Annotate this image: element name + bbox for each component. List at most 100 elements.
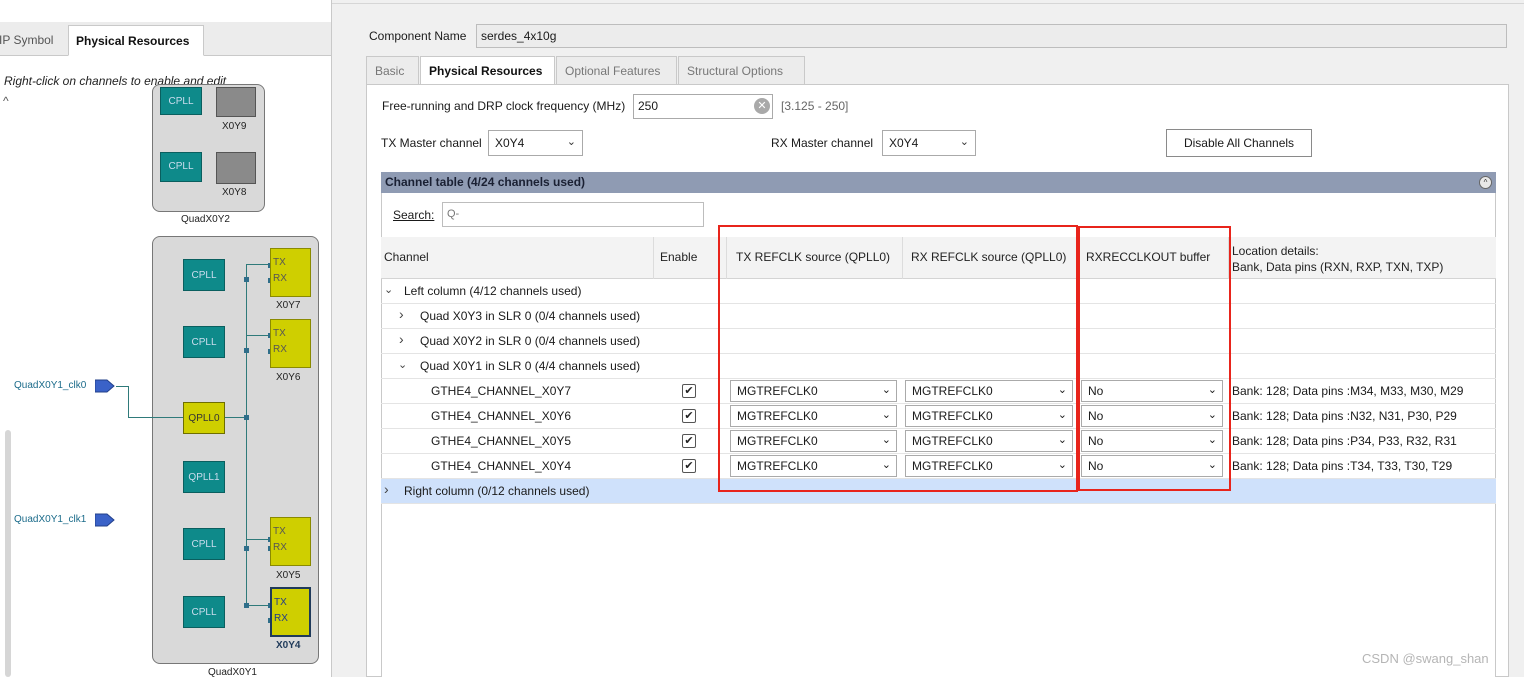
location-details: Bank: 128; Data pins :P34, P33, R32, R31 (1232, 434, 1457, 448)
tx-port-label: TX (273, 526, 286, 537)
tab-ip-symbol[interactable]: IP Symbol (0, 25, 60, 56)
channel-x0y5-label: X0Y5 (276, 570, 301, 581)
channel-x0y7-block[interactable]: TX RX (270, 248, 311, 297)
enable-checkbox[interactable]: ✔ (682, 384, 696, 398)
wire (246, 605, 270, 606)
wire (116, 386, 128, 387)
chevron-down-icon[interactable]: ⌄ (384, 283, 393, 296)
cpll-block[interactable]: CPLL (183, 528, 225, 560)
tx-master-value: X0Y4 (495, 136, 525, 150)
scroll-up-icon[interactable]: ^ (3, 94, 9, 108)
component-name-label: Component Name (369, 29, 467, 43)
enable-checkbox[interactable]: ✔ (682, 409, 696, 423)
cpll-block[interactable]: CPLL (183, 596, 225, 628)
search-input[interactable]: Q- (442, 202, 704, 227)
channel-x0y4-block[interactable]: TX RX (270, 587, 311, 637)
wire (224, 417, 246, 418)
clk1-port-label: QuadX0Y1_clk1 (14, 514, 87, 525)
disable-all-channels-button[interactable]: Disable All Channels (1166, 129, 1312, 157)
tab-optional-features[interactable]: Optional Features (556, 56, 677, 85)
enable-checkbox[interactable]: ✔ (682, 434, 696, 448)
component-name-field[interactable]: serdes_4x10g (476, 24, 1507, 48)
chevron-down-icon: ⌄ (566, 136, 576, 148)
tab-physical-resources[interactable]: Physical Resources (420, 56, 555, 86)
freq-label: Free-running and DRP clock frequency (MH… (382, 99, 626, 113)
clock-port-arrow-icon[interactable] (95, 379, 115, 393)
annotation-red-box (718, 225, 1078, 492)
col-location-line2: Bank, Data pins (RXN, RXP, TXN, TXP) (1232, 260, 1444, 274)
annotation-red-box (1078, 226, 1231, 491)
chevron-right-icon[interactable]: › (384, 481, 389, 497)
junction-dot (244, 348, 249, 353)
group-label: Quad X0Y1 in SLR 0 (4/4 channels used) (420, 359, 641, 373)
quad-x0y2-label: QuadX0Y2 (181, 214, 230, 225)
col-enable[interactable]: Enable (654, 237, 727, 279)
search-label-text: Search: (393, 208, 435, 222)
wire (128, 386, 129, 418)
channel-x0y6-label: X0Y6 (276, 372, 301, 383)
rx-master-select[interactable]: X0Y4 ⌄ (882, 130, 976, 156)
channel-x0y5-block[interactable]: TX RX (270, 517, 311, 566)
channel-x0y8-label: X0Y8 (222, 187, 247, 198)
tab-structural-options[interactable]: Structural Options (678, 56, 805, 85)
chevron-right-icon[interactable]: › (399, 306, 404, 322)
search-label: Search: (393, 208, 434, 222)
channel-x0y8-block[interactable] (216, 152, 256, 184)
clock-port-arrow-icon[interactable] (95, 513, 115, 527)
channel-name: GTHE4_CHANNEL_X0Y7 (431, 384, 572, 398)
col-location[interactable]: Location details: Bank, Data pins (RXN, … (1229, 237, 1496, 279)
tab-basic[interactable]: Basic (366, 56, 419, 85)
tx-port-label: TX (273, 328, 286, 339)
tx-master-select[interactable]: X0Y4 ⌄ (488, 130, 583, 156)
qpll1-block[interactable]: QPLL1 (183, 461, 225, 493)
collapse-icon[interactable]: ^ (1479, 176, 1492, 189)
col-channel[interactable]: Channel (381, 237, 654, 279)
chevron-down-icon[interactable]: ⌄ (398, 358, 407, 371)
channel-x0y6-block[interactable]: TX RX (270, 319, 311, 368)
group-label: Quad X0Y3 in SLR 0 (0/4 channels used) (420, 309, 641, 323)
tx-port-label: TX (273, 257, 286, 268)
wire (246, 264, 270, 265)
rx-port-label: RX (273, 542, 287, 553)
left-tab-bar: IP Symbol Physical Resources (0, 22, 331, 56)
left-scrollbar-thumb[interactable] (5, 430, 11, 677)
chevron-down-icon: ⌄ (959, 136, 969, 148)
ip-symbol-panel: IP Symbol Physical Resources Right-click… (0, 0, 332, 677)
freq-input[interactable]: 250 (633, 94, 773, 119)
channel-table-title: Channel table (4/24 channels used) (381, 172, 1496, 193)
junction-dot (244, 603, 249, 608)
wire (246, 539, 270, 540)
rx-port-label: RX (273, 273, 287, 284)
clk0-port-label: QuadX0Y1_clk0 (14, 380, 87, 391)
tab-physical-resources-left[interactable]: Physical Resources (68, 25, 204, 56)
channel-name: GTHE4_CHANNEL_X0Y5 (431, 434, 572, 448)
wire (246, 335, 270, 336)
enable-checkbox[interactable]: ✔ (682, 459, 696, 473)
cpll-block[interactable]: CPLL (183, 259, 225, 291)
channel-x0y4-label: X0Y4 (276, 640, 301, 651)
cpll-block[interactable]: CPLL (160, 152, 202, 182)
junction-dot (244, 277, 249, 282)
freq-range-hint: [3.125 - 250] (781, 99, 849, 113)
config-tab-bar: Basic Physical Resources Optional Featur… (366, 56, 1509, 86)
wire (128, 417, 184, 418)
cpll-block[interactable]: CPLL (160, 87, 202, 115)
channel-x0y7-label: X0Y7 (276, 300, 301, 311)
col-location-line1: Location details: (1232, 244, 1319, 258)
channel-x0y9-block[interactable] (216, 87, 256, 117)
clear-icon[interactable]: ✕ (754, 98, 770, 114)
tx-port-label: TX (274, 597, 287, 608)
junction-dot (244, 415, 249, 420)
rx-master-value: X0Y4 (889, 136, 919, 150)
tx-master-label: TX Master channel (381, 136, 482, 150)
channel-name: GTHE4_CHANNEL_X0Y6 (431, 409, 572, 423)
qpll0-block[interactable]: QPLL0 (183, 402, 225, 434)
quad-x0y1-label: QuadX0Y1 (208, 667, 257, 677)
location-details: Bank: 128; Data pins :M34, M33, M30, M29 (1232, 384, 1464, 398)
rx-port-label: RX (273, 344, 287, 355)
location-details: Bank: 128; Data pins :T34, T33, T30, T29 (1232, 459, 1453, 473)
group-label: Right column (0/12 channels used) (404, 484, 590, 498)
chevron-right-icon[interactable]: › (399, 331, 404, 347)
cpll-block[interactable]: CPLL (183, 326, 225, 358)
junction-dot (244, 546, 249, 551)
